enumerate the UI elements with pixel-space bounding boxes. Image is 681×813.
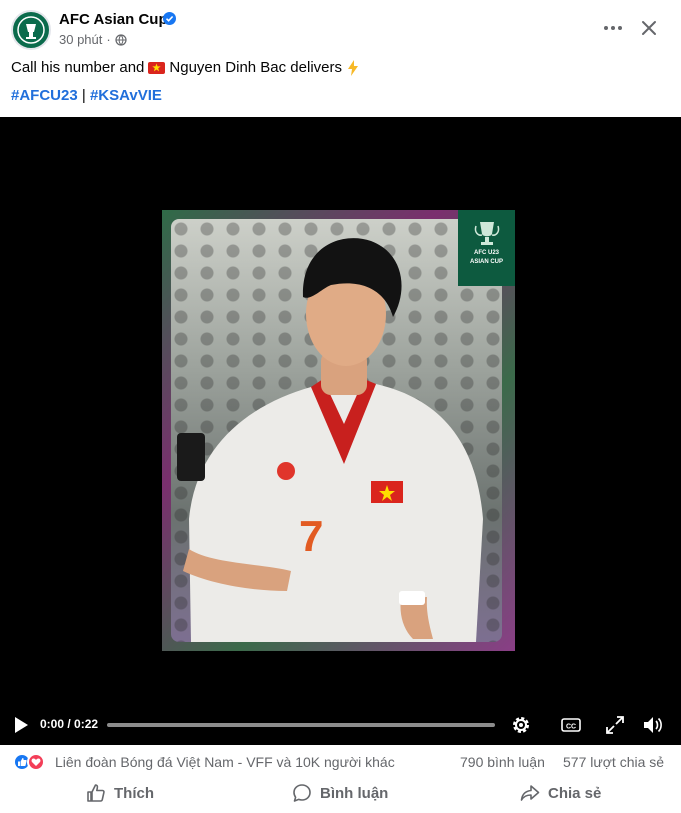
hashtag-afcu23[interactable]: #AFCU23 — [11, 87, 78, 104]
hashtag-ksavvie[interactable]: #KSAvVIE — [90, 87, 162, 104]
comment-button[interactable]: Bình luận — [292, 777, 388, 809]
reactors-summary[interactable]: Liên đoàn Bóng đá Việt Nam - VFF và 10K … — [55, 754, 395, 770]
shares-count[interactable]: 577 lượt chia sẻ — [563, 754, 664, 770]
share-label: Chia sẻ — [548, 784, 602, 802]
thumbs-up-icon — [87, 784, 105, 802]
caption-text-before: Call his number and — [11, 59, 145, 76]
like-label: Thích — [114, 784, 154, 802]
video-player[interactable]: 7 AFC U23 ASIAN CUP 0:00 / 0:22 CC — [0, 117, 681, 745]
page-avatar[interactable] — [11, 10, 51, 50]
video-controls: 0:00 / 0:22 CC — [0, 705, 681, 745]
post-header: AFC Asian Cup 30 phút · — [0, 0, 681, 56]
captions-icon[interactable]: CC — [560, 714, 582, 736]
avatar-logo-icon — [17, 16, 45, 44]
page-name[interactable]: AFC Asian Cup — [59, 11, 168, 28]
post-actions: Thích Bình luận Chia sẻ — [0, 777, 681, 813]
share-button[interactable]: Chia sẻ — [520, 777, 601, 809]
hashtags: #AFCU23 | #KSAvVIE — [11, 87, 162, 104]
badge-line-2: ASIAN CUP — [469, 259, 503, 265]
comment-label: Bình luận — [320, 784, 389, 802]
verified-icon — [163, 12, 176, 25]
close-icon[interactable] — [637, 16, 661, 40]
caption-text-after: Nguyen Dinh Bac delivers — [169, 59, 342, 76]
play-icon[interactable] — [11, 715, 31, 735]
share-icon — [520, 785, 540, 801]
post-time[interactable]: 30 phút — [59, 32, 102, 47]
video-progress-bar[interactable] — [107, 723, 495, 727]
lightning-icon — [348, 59, 358, 76]
post-stats: Liên đoàn Bóng đá Việt Nam - VFF và 10K … — [0, 745, 681, 777]
reaction-icons[interactable] — [13, 753, 45, 771]
afc-u23-badge: AFC U23 ASIAN CUP — [458, 210, 515, 286]
video-time: 0:00 / 0:22 — [40, 717, 99, 731]
trophy-icon — [474, 222, 499, 245]
tournament-side-logo — [177, 433, 205, 481]
svg-text:7: 7 — [299, 512, 323, 561]
meta-separator: · — [106, 32, 111, 47]
post-caption: Call his number and Nguyen Dinh Bac deli… — [11, 59, 360, 76]
badge-line-1: AFC U23 — [473, 250, 499, 256]
globe-icon — [115, 33, 127, 46]
settings-icon[interactable] — [510, 714, 532, 736]
vietnam-flag-icon — [148, 61, 166, 74]
svg-text:CC: CC — [566, 724, 576, 731]
player-photo: 7 — [171, 219, 502, 642]
fullscreen-icon[interactable] — [604, 714, 626, 736]
love-icon — [27, 753, 45, 771]
comments-count[interactable]: 790 bình luận — [460, 754, 545, 770]
volume-icon[interactable] — [641, 714, 663, 736]
post-meta: 30 phút · — [59, 32, 127, 47]
hashtag-separator: | — [81, 87, 86, 104]
player-card-frame: 7 AFC U23 ASIAN CUP — [162, 210, 515, 651]
player-figure: 7 — [183, 238, 483, 642]
comment-icon — [293, 784, 311, 802]
like-button[interactable]: Thích — [86, 777, 154, 809]
more-icon[interactable] — [601, 16, 625, 40]
